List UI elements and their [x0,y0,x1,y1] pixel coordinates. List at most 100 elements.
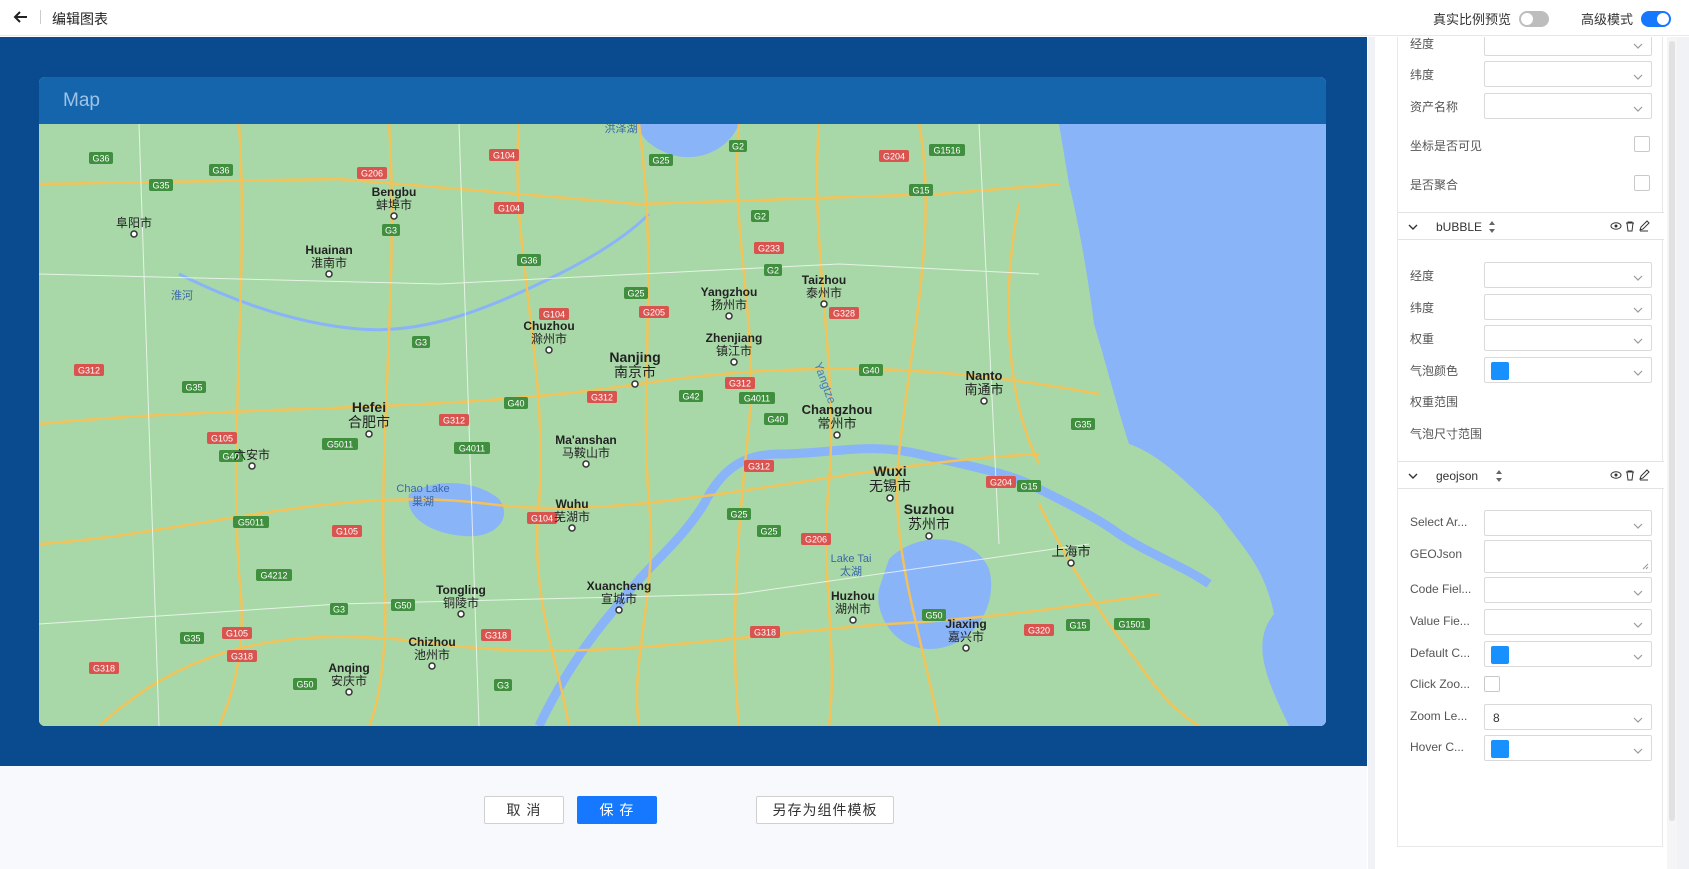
geojson-textarea[interactable] [1484,540,1652,573]
city-name-en: Nanto [966,368,1003,383]
city-name-en: Chuzhou [523,319,574,333]
lake-name-zh: 洪泽湖 [605,124,638,135]
city-name-zh: 安庆市 [331,673,367,688]
city-name-en: Chizhou [408,635,455,649]
form-row: 气泡颜色 [1398,355,1664,383]
scrollbar[interactable] [1667,37,1677,869]
road-number: G35 [152,181,169,191]
road-badge: G312 [587,391,617,403]
city-name-en: Zhenjiang [706,331,763,345]
road-number: G5011 [327,440,353,450]
road-number: G1501 [1118,620,1145,630]
road-number: G105 [226,629,248,639]
checkbox[interactable] [1634,175,1650,191]
checkbox[interactable] [1484,676,1500,692]
road-number: G35 [183,634,200,644]
road-badge: G50 [293,678,317,690]
select-field[interactable] [1484,262,1652,288]
sort-arrows-icon[interactable] [1488,218,1496,236]
city-name-en: Tongling [436,583,486,597]
city-name-en: Xuancheng [587,579,652,593]
field-label: Value Fie... [1410,614,1470,628]
select-field[interactable] [1484,577,1652,603]
city-dot-icon [130,230,138,238]
road-number: G320 [1028,626,1050,636]
road-badge: G104 [494,202,524,214]
select-field[interactable] [1484,609,1652,635]
trash-icon[interactable] [1624,469,1636,481]
chevron-down-icon [1633,519,1643,529]
field-label: 权重范围 [1410,395,1459,409]
map-view[interactable]: G36 G36 G35 G206 G104 G25 G2 G204 G1516 G15 G3 G104… [39,124,1326,726]
city-dot-icon [457,610,465,618]
road-badge: G205 [639,306,669,318]
page-title: 编辑图表 [52,11,108,27]
color-picker[interactable] [1484,735,1652,761]
layer-section-header[interactable]: bUBBLE [1398,212,1664,240]
city-name-en: Bengbu [372,185,417,199]
real-scale-toggle[interactable] [1519,10,1550,27]
road-badge: G35 [182,381,206,393]
checkbox[interactable] [1634,136,1650,152]
road-number: G328 [833,309,855,319]
collapse-chevron-icon[interactable] [1408,471,1418,481]
select-field[interactable] [1484,37,1652,56]
city-name-en: Huzhou [831,589,875,603]
collapse-chevron-icon[interactable] [1408,222,1418,232]
road-badge: G320 [1024,624,1054,636]
select-field[interactable]: 8 [1484,704,1652,730]
select-field[interactable] [1484,61,1652,87]
select-field[interactable] [1484,325,1652,351]
color-picker[interactable] [1484,357,1652,383]
chart-card-title: Map [39,77,1326,124]
eye-icon[interactable] [1610,469,1622,481]
city-name-en: Suzhou [904,501,955,517]
form-row: 经度 [1398,37,1664,56]
edit-icon[interactable] [1638,469,1650,481]
select-field[interactable] [1484,510,1652,536]
eye-icon[interactable] [1610,220,1622,232]
form-row: 资产名称 [1398,91,1664,119]
road-badge: G25 [727,508,751,520]
road-number: G4011 [744,394,770,404]
city-name-zh: 芜湖市 [554,509,590,524]
road-badge: G318 [227,650,257,662]
field-label: 气泡颜色 [1410,364,1459,378]
road-number: G5011 [238,518,264,528]
city-dot-icon [631,380,639,388]
road-number: G36 [212,166,229,176]
road-badge: G328 [829,307,859,319]
city-dot-icon [582,460,590,468]
chevron-down-icon [1633,70,1643,80]
road-number: G15 [1069,621,1086,631]
cancel-button[interactable]: 取 消 [484,796,564,824]
road-badge: G318 [89,662,119,674]
advanced-mode-toggle[interactable] [1641,10,1672,27]
field-label: 坐标是否可见 [1410,139,1482,153]
road-number: G104 [531,514,553,524]
properties-scroll-area[interactable]: 经度 纬度 资产名称 坐标是否可见 是否聚合 bUBBLE 经度 纬度 权重 气泡颜色 权重范围 气泡… [1375,37,1677,869]
divider [40,10,41,24]
back-arrow-icon[interactable] [10,6,32,28]
city-dot-icon [428,662,436,670]
city-name-zh: 铜陵市 [443,595,479,610]
select-field[interactable] [1484,93,1652,119]
select-field[interactable] [1484,294,1652,320]
road-number: G40 [767,415,784,425]
city-name-zh: 南通市 [964,382,1003,397]
sort-arrows-icon[interactable] [1495,467,1503,485]
road-number: G206 [361,169,383,179]
lake-name-zh: 淮河 [171,289,193,302]
road-number: G15 [1020,482,1037,492]
chevron-down-icon [1633,271,1643,281]
edit-icon[interactable] [1638,220,1650,232]
trash-icon[interactable] [1624,220,1636,232]
layer-section-header[interactable]: geojson [1398,461,1664,489]
color-picker[interactable] [1484,641,1652,667]
save-button[interactable]: 保 存 [577,796,657,824]
field-label: 是否聚合 [1410,178,1459,192]
road-number: G3 [415,338,427,348]
save-as-template-button[interactable]: 另存为组件模板 [756,796,894,824]
city-name-en: Yangzhou [701,285,758,299]
scrollbar-thumb[interactable] [1669,41,1675,821]
